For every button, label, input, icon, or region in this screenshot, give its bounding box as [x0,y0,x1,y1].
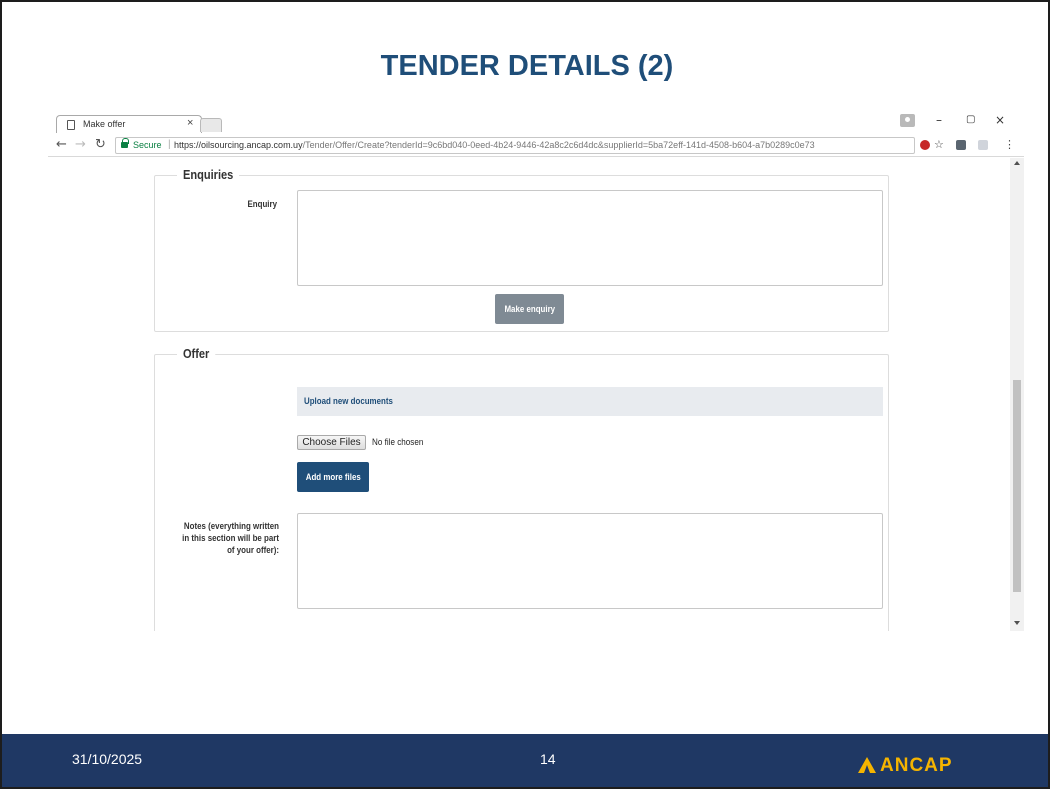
notes-textarea[interactable] [297,513,883,609]
extension-icon[interactable] [920,140,930,150]
no-file-chosen-text: No file chosen [372,437,424,447]
footer-date: 31/10/2025 [72,751,143,767]
scroll-down-icon[interactable] [1014,621,1020,625]
translate-icon[interactable] [978,140,988,150]
notes-label-line: of your offer): [227,545,279,555]
scroll-up-icon[interactable] [1014,161,1020,165]
tab-bar: Make offer × – ▢ × [48,109,1024,133]
choose-files-button[interactable]: Choose Files [297,435,366,450]
back-icon[interactable]: ← [56,137,67,152]
new-tab-button[interactable] [200,118,222,132]
notes-label-line: Notes (everything written [183,521,279,531]
scroll-thumb[interactable] [1013,380,1021,592]
profile-icon[interactable] [900,114,915,127]
url-text: https://oilsourcing.ancap.com.uy/Tender/… [174,140,815,150]
enquiries-section: Enquiries Enquiry Make enquiry [154,167,889,332]
pocket-icon[interactable] [956,140,966,150]
url-host: https://oilsourcing.ancap.com.uy [174,140,303,150]
url-input[interactable]: Secure | https://oilsourcing.ancap.com.u… [115,137,915,154]
lock-icon [121,138,129,148]
close-window-icon[interactable]: × [995,113,1005,127]
secure-label: Secure [133,140,162,150]
enquiry-textarea[interactable] [297,190,883,286]
make-enquiry-button[interactable]: Make enquiry [495,294,564,324]
browser-tab[interactable]: Make offer × [56,115,202,133]
logo-text: ANCAP [880,755,953,776]
ancap-logo-mark-icon [858,757,876,773]
notes-label-line: in this section will be part [182,533,279,543]
offer-legend: Offer [177,346,216,361]
add-more-files-button[interactable]: Add more files [297,462,369,492]
url-separator: | [168,139,171,150]
page-icon [67,120,75,130]
minimize-icon[interactable]: – [936,113,942,127]
footer-page-number: 14 [540,751,556,767]
enquiries-legend: Enquiries [177,167,240,182]
tab-title: Make offer [83,119,126,129]
star-icon[interactable]: ☆ [934,138,944,151]
reload-icon[interactable]: ↻ [95,137,106,152]
menu-icon[interactable]: ⋮ [1004,138,1015,151]
forward-icon[interactable]: → [75,137,86,152]
vertical-scrollbar[interactable] [1010,158,1024,631]
close-icon[interactable]: × [187,117,193,129]
offer-section: Offer Upload new documents Choose Files … [154,346,889,631]
enquiry-label: Enquiry [247,199,277,209]
url-path: /Tender/Offer/Create?tenderId=9c6bd040-0… [302,140,815,150]
slide-title: TENDER DETAILS (2) [380,50,674,82]
page-viewport: Enquiries Enquiry Make enquiry Offer Upl… [48,158,1024,631]
restore-icon[interactable]: ▢ [966,114,975,125]
address-bar: ← → ↻ Secure | https://oilsourcing.ancap… [48,136,1024,157]
upload-documents-header: Upload new documents [297,387,883,416]
slide-footer: 31/10/2025 14 ANCAP [2,734,1048,787]
notes-label: Notes (everything written in this sectio… [170,520,279,556]
slide: TENDER DETAILS (2) Make offer × – ▢ × ← … [0,0,1050,789]
browser-window: Make offer × – ▢ × ← → ↻ Secure | https:… [48,109,1024,631]
